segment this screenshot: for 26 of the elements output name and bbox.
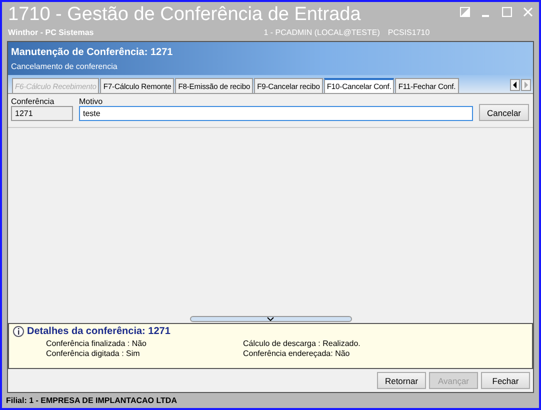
field-label: Conferência bbox=[11, 97, 56, 106]
restore-icon[interactable] bbox=[460, 7, 470, 17]
program-code: PCSIS1710 bbox=[388, 28, 430, 37]
maximize-icon[interactable] bbox=[502, 7, 512, 17]
header-title: Manutenção de Conferência: 1271 bbox=[11, 47, 174, 58]
detail-text: Conferência digitada : Sim bbox=[46, 349, 141, 359]
footer-button[interactable]: Fechar bbox=[481, 372, 530, 389]
field-label: Motivo bbox=[79, 97, 104, 106]
chevron-down-icon bbox=[267, 317, 274, 321]
cancel-button[interactable]: Cancelar bbox=[479, 104, 529, 121]
header-subtitle: Cancelamento de conferencia bbox=[11, 62, 118, 71]
app-name: Winthor - PC Sistemas bbox=[8, 28, 94, 37]
scroll-left-icon[interactable] bbox=[510, 79, 520, 91]
close-icon[interactable] bbox=[523, 7, 533, 17]
detail-text: Conferência finalizada : Não bbox=[46, 339, 148, 349]
details-title: Detalhes da conferência: 1271 bbox=[27, 326, 170, 337]
input-field[interactable]: teste bbox=[79, 106, 473, 121]
input-field[interactable]: 1271 bbox=[11, 106, 73, 121]
splitter-handle[interactable] bbox=[190, 316, 352, 322]
info-icon bbox=[13, 326, 24, 337]
footer-button[interactable]: Retornar bbox=[377, 372, 426, 389]
window-title: 1710 - Gestão de Conferência de Entrada bbox=[8, 4, 361, 26]
detail-text: Conferência endereçada: Não bbox=[243, 349, 351, 359]
status-text: Filial: 1 - EMPRESA DE IMPLANTACAO LTDA bbox=[6, 396, 177, 405]
user-info: 1 - PCADMIN (LOCAL@TESTE) bbox=[264, 28, 380, 37]
detail-text: Cálculo de descarga : Realizado. bbox=[243, 339, 362, 349]
